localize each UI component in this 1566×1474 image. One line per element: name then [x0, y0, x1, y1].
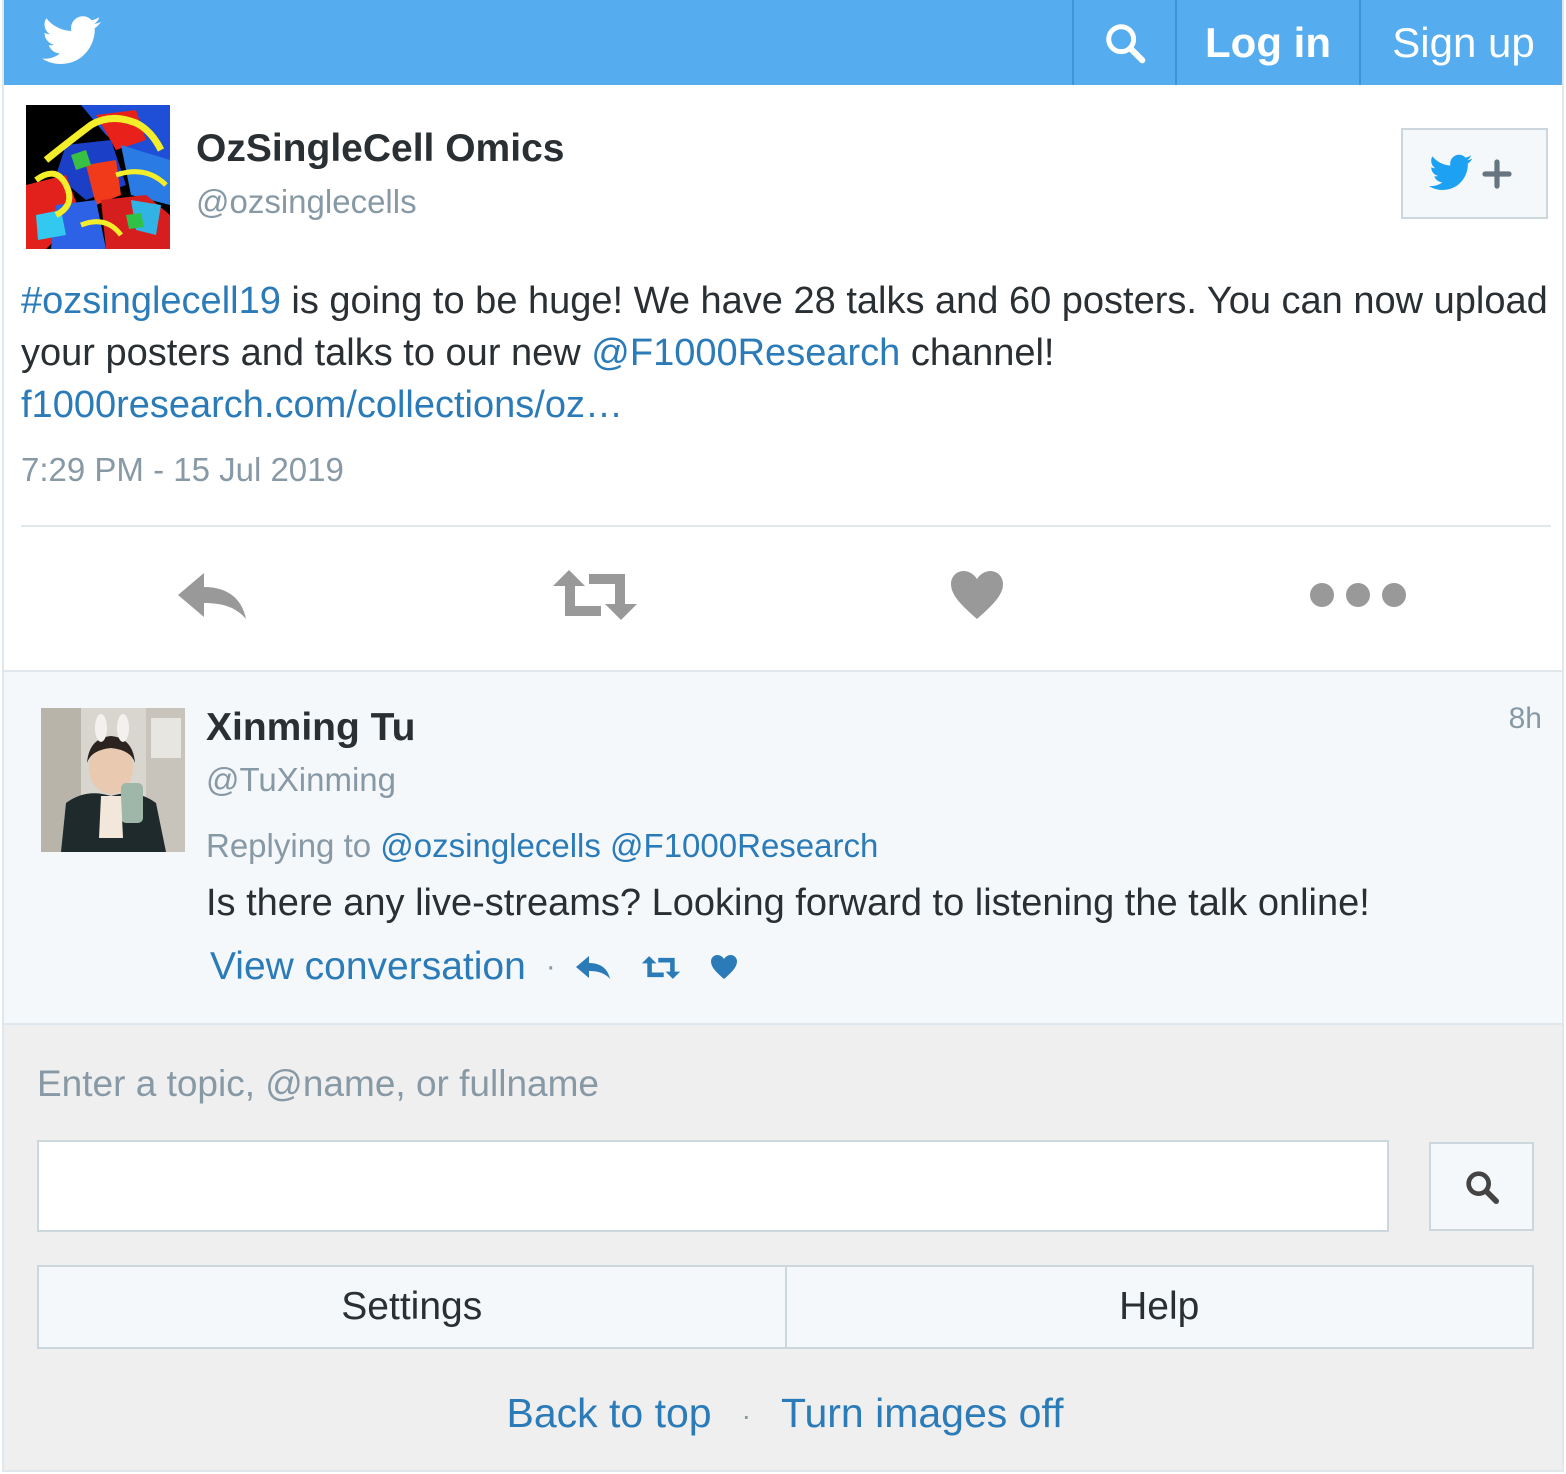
reply-time[interactable]: 8h	[1509, 702, 1542, 736]
search-label: Enter a topic, @name, or fullname	[37, 1063, 599, 1104]
reply-tweet: Xinming Tu @TuXinming 8h Replying to @oz…	[4, 670, 1562, 1025]
author-avatar-image	[26, 105, 170, 249]
retweet-button[interactable]	[545, 555, 645, 635]
reply-button[interactable]	[162, 555, 262, 635]
retweet-icon	[641, 955, 680, 979]
follow-button[interactable]	[1401, 128, 1548, 219]
divider	[21, 525, 1551, 527]
search-icon	[1465, 1170, 1499, 1204]
turn-images-off-link[interactable]: Turn images off	[781, 1390, 1064, 1436]
reply-avatar-image	[41, 708, 185, 852]
author-avatar[interactable]	[26, 105, 170, 249]
like-icon	[951, 571, 1003, 619]
reply-icon	[575, 956, 610, 979]
reply-author-handle[interactable]: @TuXinming	[206, 761, 396, 799]
help-button[interactable]: Help	[786, 1265, 1534, 1349]
reply-author-name[interactable]: Xinming Tu	[206, 706, 415, 750]
author-name[interactable]: OzSingleCell Omics	[196, 127, 564, 171]
top-navigation-bar: Log in Sign up	[4, 0, 1562, 85]
like-button[interactable]	[927, 555, 1027, 635]
more-button[interactable]	[1308, 555, 1408, 635]
search-icon	[1105, 23, 1145, 63]
signup-button[interactable]: Sign up	[1359, 0, 1562, 85]
reply-avatar[interactable]	[41, 708, 185, 852]
like-mini-button[interactable]	[710, 954, 738, 980]
page-frame: Log in Sign up OzSingleCell Omics @ozsin…	[2, 0, 1564, 1472]
twitter-bird-icon[interactable]	[42, 16, 102, 66]
back-to-top-link[interactable]: Back to top	[506, 1390, 711, 1436]
replying-prefix: Replying to	[206, 827, 372, 864]
more-icon	[1310, 583, 1406, 607]
mention-link[interactable]: @F1000Research	[591, 332, 900, 374]
tweet-text: #ozsinglecell19 is going to be huge! We …	[21, 275, 1551, 431]
footer: Enter a topic, @name, or fullname Settin…	[4, 1025, 1562, 1470]
like-icon	[710, 955, 737, 979]
bottom-links: Back to top · Turn images off	[4, 1390, 1562, 1437]
follow-bird-plus-icon	[1428, 154, 1512, 190]
footer-buttons: Settings Help	[37, 1265, 1534, 1349]
reply-mini-button[interactable]	[574, 954, 612, 980]
replying-mention-f1000research[interactable]: @F1000Research	[610, 827, 878, 864]
tweet-text-part: channel!	[900, 332, 1055, 374]
retweet-mini-button[interactable]	[640, 955, 682, 980]
settings-button[interactable]: Settings	[37, 1265, 787, 1349]
reply-icon	[178, 573, 246, 619]
search-submit-button[interactable]	[1429, 1142, 1534, 1231]
tweet-actions	[4, 555, 1562, 635]
reply-text: Is there any live-streams? Looking forwa…	[206, 882, 1370, 924]
search-input[interactable]	[37, 1140, 1389, 1232]
separator-dot: ·	[545, 950, 556, 983]
reply-actions: View conversation ·	[210, 942, 766, 992]
header-search-button[interactable]	[1072, 0, 1175, 85]
tweet-timestamp: 7:29 PM - 15 Jul 2019	[21, 451, 344, 488]
view-conversation-link[interactable]: View conversation	[210, 945, 526, 989]
url-link[interactable]: f1000research.com/collections/oz…	[21, 384, 623, 426]
hashtag-link[interactable]: #ozsinglecell19	[21, 280, 281, 322]
main-tweet: OzSingleCell Omics @ozsinglecells #ozsin…	[4, 85, 1562, 670]
replying-to: Replying to @ozsinglecells @F1000Researc…	[206, 827, 878, 865]
login-button[interactable]: Log in	[1175, 0, 1359, 85]
separator-dot: ·	[741, 1400, 751, 1432]
replying-mention-ozsinglecells[interactable]: @ozsinglecells	[380, 827, 601, 864]
author-handle[interactable]: @ozsinglecells	[196, 183, 417, 221]
retweet-icon	[553, 570, 637, 620]
header-nav: Log in Sign up	[1072, 0, 1562, 85]
